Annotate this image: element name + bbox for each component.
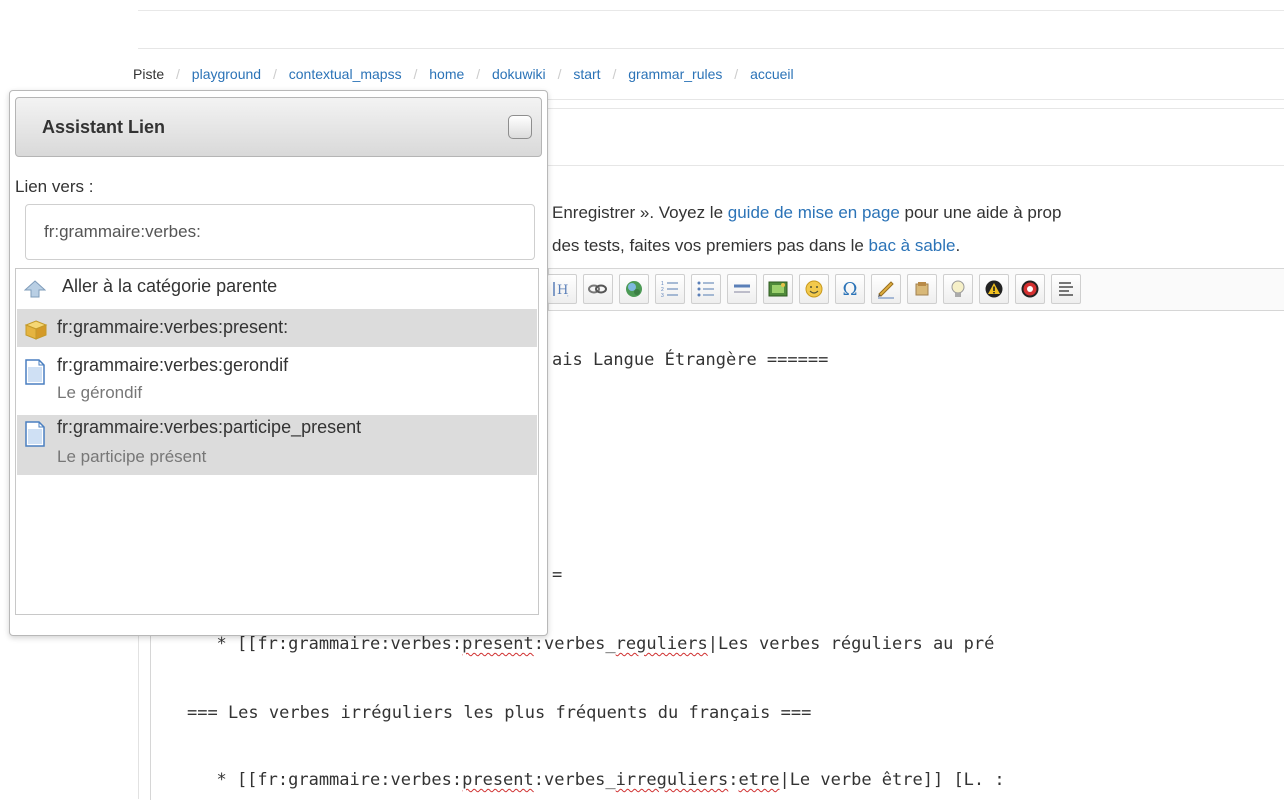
editor-text: |Le verbe être]] [L. : bbox=[779, 770, 1005, 790]
breadcrumb-link-grammar-rules[interactable]: grammar_rules bbox=[628, 66, 722, 82]
dialog-header[interactable]: Assistant Lien bbox=[15, 97, 542, 157]
list-item-subtitle: Le participe présent bbox=[57, 447, 207, 466]
breadcrumb-link-dokuwiki[interactable]: dokuwiki bbox=[492, 66, 546, 82]
page-icon bbox=[24, 359, 46, 390]
intro-text: pour une aide à prop bbox=[899, 203, 1062, 222]
editor-line-irregular-heading: === Les verbes irréguliers les plus fréq… bbox=[187, 703, 812, 723]
intro-text: Enregistrer ». Voyez le bbox=[552, 203, 728, 222]
list-item-page[interactable]: fr:grammaire:verbes:gerondif Le gérondif bbox=[17, 349, 537, 415]
breadcrumb-separator: / bbox=[612, 66, 617, 82]
list-item-label: fr:grammaire:verbes:present: bbox=[57, 317, 289, 337]
list-item-subtitle: Le gérondif bbox=[57, 383, 143, 402]
breadcrumb-link-contextual-mapss[interactable]: contextual_mapss bbox=[289, 66, 402, 82]
media-icon[interactable] bbox=[907, 274, 937, 304]
breadcrumb-separator: / bbox=[272, 66, 277, 82]
spellcheck-word: present bbox=[462, 634, 534, 654]
link-target-label: Lien vers : bbox=[15, 177, 94, 196]
stop-icon[interactable] bbox=[1015, 274, 1045, 304]
breadcrumb-link-start[interactable]: start bbox=[573, 66, 600, 82]
breadcrumb: Piste / playground / contextual_mapss / … bbox=[133, 66, 794, 82]
link-suggestion-list: Aller à la catégorie parente fr:grammair… bbox=[15, 268, 539, 615]
editor-text: :verbes_ bbox=[533, 634, 616, 654]
editor-text: * [[fr:grammaire:verbes: bbox=[196, 770, 463, 790]
list-item-label: fr:grammaire:verbes:gerondif bbox=[57, 355, 289, 375]
edit-intro-text: Enregistrer ». Voyez le guide de mise en… bbox=[552, 196, 1061, 262]
omega-glyph: Ω bbox=[842, 278, 858, 300]
editor-text: * [[fr:grammaire:verbes: bbox=[196, 634, 463, 654]
intro-line-2: des tests, faites vos premiers pas dans … bbox=[552, 229, 1061, 262]
external-link-icon[interactable] bbox=[619, 274, 649, 304]
page-icon bbox=[24, 421, 46, 452]
up-arrow-icon bbox=[23, 280, 47, 303]
signature-icon[interactable] bbox=[871, 274, 901, 304]
spellcheck-word: irreguliers bbox=[615, 770, 729, 790]
smiley-icon[interactable] bbox=[799, 274, 829, 304]
dialog-title: Assistant Lien bbox=[42, 117, 166, 137]
close-button[interactable] bbox=[508, 115, 532, 139]
svg-text:,: , bbox=[567, 292, 569, 298]
spellcheck-word: present bbox=[462, 770, 534, 790]
breadcrumb-separator: / bbox=[734, 66, 739, 82]
breadcrumb-separator: / bbox=[476, 66, 481, 82]
breadcrumb-link-playground[interactable]: playground bbox=[192, 66, 261, 82]
list-item-label: Aller à la catégorie parente bbox=[62, 276, 278, 296]
breadcrumb-separator: / bbox=[557, 66, 562, 82]
top-divider bbox=[138, 10, 1284, 11]
list-item-namespace[interactable]: fr:grammaire:verbes:present: bbox=[17, 309, 537, 347]
editor-text: |Les verbes réguliers au pré bbox=[707, 634, 995, 654]
breadcrumb-lead: Piste bbox=[133, 66, 165, 82]
ordered-list-icon[interactable]: 123 bbox=[655, 274, 685, 304]
link-icon[interactable] bbox=[583, 274, 613, 304]
spellcheck-word: etre bbox=[738, 770, 780, 790]
breadcrumb-separator: / bbox=[413, 66, 418, 82]
editor-text: : bbox=[728, 770, 739, 790]
omega-icon[interactable]: Ω bbox=[835, 274, 865, 304]
header-icon[interactable]: H, bbox=[547, 274, 577, 304]
breadcrumb-link-accueil[interactable]: accueil bbox=[750, 66, 794, 82]
sandbox-link[interactable]: bac à sable bbox=[869, 236, 956, 255]
list-item-page[interactable]: fr:grammaire:verbes:participe_present Le… bbox=[17, 415, 537, 475]
svg-text:3: 3 bbox=[661, 293, 664, 298]
intro-text: . bbox=[955, 236, 961, 255]
list-item-parent-category[interactable]: Aller à la catégorie parente bbox=[17, 270, 537, 307]
editor-line-heading-end: = bbox=[552, 565, 563, 585]
intro-text: des tests, faites vos premiers pas dans … bbox=[552, 236, 869, 255]
breadcrumb-link-home[interactable]: home bbox=[429, 66, 464, 82]
unordered-list-icon[interactable] bbox=[691, 274, 721, 304]
link-target-input[interactable] bbox=[25, 204, 535, 260]
justify-icon[interactable] bbox=[1051, 274, 1081, 304]
namespace-box-icon bbox=[24, 320, 48, 345]
horizontal-rule-icon[interactable] bbox=[727, 274, 757, 304]
formatting-guide-link[interactable]: guide de mise en page bbox=[728, 203, 900, 222]
intro-line-1: Enregistrer ». Voyez le guide de mise en… bbox=[552, 196, 1061, 229]
editor-text: :verbes_ bbox=[533, 770, 616, 790]
editor-line-regular-verbs: * [[fr:grammaire:verbes:present:verbes_r… bbox=[196, 634, 994, 654]
list-item-label: fr:grammaire:verbes:participe_present bbox=[57, 417, 362, 437]
image-icon[interactable] bbox=[763, 274, 793, 304]
warning-icon[interactable] bbox=[979, 274, 1009, 304]
editor-line-irregular-verbs: * [[fr:grammaire:verbes:present:verbes_i… bbox=[196, 770, 1005, 790]
spellcheck-word: reguliers bbox=[615, 634, 708, 654]
lightbulb-icon[interactable] bbox=[943, 274, 973, 304]
breadcrumb-separator: / bbox=[176, 66, 180, 82]
editor-toolbar: H, 123 Ω bbox=[547, 268, 1284, 312]
link-wizard-dialog: Assistant Lien Lien vers : Aller à la ca… bbox=[9, 90, 548, 636]
editor-line-title: ais Langue Étrangère ====== bbox=[552, 350, 829, 370]
